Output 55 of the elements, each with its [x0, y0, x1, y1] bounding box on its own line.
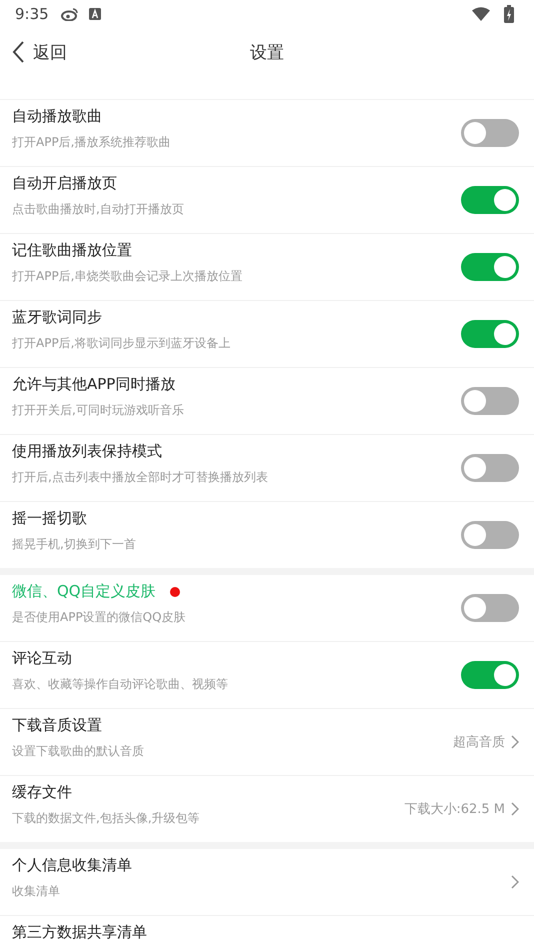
- setting-description: 摇晃手机,切换到下一首: [12, 536, 137, 553]
- toggle-switch[interactable]: [461, 320, 519, 348]
- settings-row[interactable]: 自动播放歌曲 打开APP后,播放系统推荐歌曲: [0, 100, 534, 167]
- setting-title: 摇一摇切歌: [12, 509, 87, 528]
- back-button[interactable]: 返回: [12, 40, 67, 64]
- keyboard-icon: [88, 8, 101, 20]
- setting-title: 评论互动: [12, 649, 72, 668]
- setting-title: 缓存文件: [12, 783, 72, 802]
- setting-description: 打开开关后,可同时玩游戏听音乐: [12, 402, 185, 419]
- setting-description: 打开APP后,播放系统推荐歌曲: [12, 134, 172, 151]
- setting-value: 下载大小:62.5 M: [404, 801, 505, 818]
- setting-title: 下载音质设置: [12, 716, 102, 735]
- settings-row[interactable]: 下载音质设置 设置下载歌曲的默认音质 超高音质: [0, 709, 534, 776]
- setting-title: 蓝牙歌词同步: [12, 308, 102, 327]
- setting-description: 设置下载歌曲的默认音质: [12, 743, 145, 760]
- settings-row[interactable]: 使用播放列表保持模式 打开后,点击列表中播放全部时才可替换播放列表: [0, 435, 534, 502]
- toggle-switch[interactable]: [461, 186, 519, 214]
- setting-description: 收集清单: [12, 883, 61, 900]
- back-icon: [12, 41, 24, 63]
- setting-description: 打开后,点击列表中播放全部时才可替换播放列表: [12, 469, 269, 486]
- setting-title: 第三方数据共享清单: [12, 923, 147, 942]
- setting-description: 下载的数据文件,包括头像,升级包等: [12, 810, 201, 827]
- setting-description: 打开APP后,串烧类歌曲会记录上次播放位置: [12, 268, 244, 285]
- setting-value: 超高音质: [453, 734, 505, 751]
- toggle-switch[interactable]: [461, 119, 519, 147]
- toggle-switch[interactable]: [461, 253, 519, 281]
- settings-row[interactable]: 缓存文件 下载的数据文件,包括头像,升级包等 下载大小:62.5 M: [0, 776, 534, 842]
- settings-row[interactable]: 摇一摇切歌 摇晃手机,切换到下一首: [0, 502, 534, 568]
- page-title: 设置: [250, 42, 284, 64]
- battery-icon: [504, 5, 514, 23]
- toggle-switch[interactable]: [461, 387, 519, 415]
- setting-title: 自动播放歌曲: [12, 107, 102, 126]
- toggle-switch[interactable]: [461, 594, 519, 622]
- setting-title: 使用播放列表保持模式: [12, 442, 162, 461]
- settings-row[interactable]: 第三方数据共享清单: [0, 916, 534, 950]
- setting-title: 允许与其他APP同时播放: [12, 375, 176, 394]
- settings-row[interactable]: 允许与其他APP同时播放 打开开关后,可同时玩游戏听音乐: [0, 368, 534, 435]
- wifi-icon: [472, 7, 490, 21]
- setting-title: 记住歌曲播放位置: [12, 241, 132, 260]
- setting-description: 喜欢、收藏等操作自动评论歌曲、视频等: [12, 676, 229, 693]
- toggle-switch[interactable]: [461, 521, 519, 549]
- setting-description: 点击歌曲播放时,自动打开播放页: [12, 201, 185, 218]
- toggle-switch[interactable]: [461, 454, 519, 482]
- setting-title: 微信、QQ自定义皮肤: [12, 582, 156, 601]
- settings-row[interactable]: 记住歌曲播放位置 打开APP后,串烧类歌曲会记录上次播放位置: [0, 234, 534, 301]
- setting-description: 打开APP后,将歌词同步显示到蓝牙设备上: [12, 335, 232, 352]
- settings-row[interactable]: 蓝牙歌词同步 打开APP后,将歌词同步显示到蓝牙设备上: [0, 301, 534, 368]
- setting-description: 是否使用APP设置的微信QQ皮肤: [12, 609, 187, 626]
- settings-row[interactable]: 评论互动 喜欢、收藏等操作自动评论歌曲、视频等: [0, 642, 534, 709]
- toggle-switch[interactable]: [461, 661, 519, 689]
- settings-row[interactable]: 个人信息收集清单 收集清单: [0, 849, 534, 916]
- settings-row[interactable]: 自动开启播放页 点击歌曲播放时,自动打开播放页: [0, 167, 534, 234]
- setting-title: 自动开启播放页: [12, 174, 117, 193]
- setting-title: 个人信息收集清单: [12, 856, 132, 875]
- status-time: 9:35: [15, 5, 49, 23]
